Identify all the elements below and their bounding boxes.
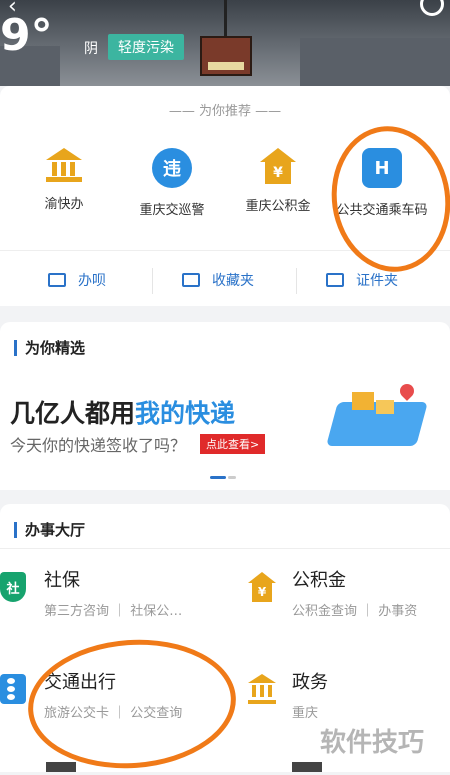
banner-cta-button[interactable]: 点此查看> <box>200 434 266 454</box>
tile-subtitle: 第三方咨询 ｜ 社保公… <box>44 604 183 619</box>
shield-icon: 社 <box>0 572 26 602</box>
tile-title: 政务 <box>292 672 328 693</box>
featured-card: 为你精选 几亿人都用我的快递 今天你的快递签收了吗？ 点此查看> <box>0 322 450 490</box>
quick-action-label: 证件夹 <box>356 273 398 289</box>
id-card-icon <box>326 273 344 287</box>
violation-icon: 违 <box>152 148 192 188</box>
carousel-indicator-active <box>210 476 226 479</box>
traffic-light-icon <box>0 674 26 704</box>
quick-action-label: 办呗 <box>78 273 106 289</box>
service-traffic-police[interactable]: 违 重庆交巡警 <box>116 148 228 222</box>
divider <box>296 268 297 294</box>
next-row-peek <box>292 762 322 772</box>
tile-title: 社保 <box>44 570 80 591</box>
watermark: 软件技巧 <box>320 728 425 758</box>
housing-fund-icon: ¥ <box>260 148 296 184</box>
service-yukuaiban[interactable]: 渝快办 <box>8 148 120 216</box>
section-title: 办事大厅 <box>14 522 85 538</box>
cable-car-image <box>200 36 252 76</box>
quick-action-label: 收藏夹 <box>212 273 254 289</box>
service-housing-fund[interactable]: ¥ 重庆公积金 <box>222 148 334 218</box>
service-label: 渝快办 <box>44 197 84 212</box>
cable-line <box>224 0 227 38</box>
search-icon[interactable] <box>420 0 444 16</box>
carousel-indicator <box>228 476 236 479</box>
banner-highlight: 我的快递 <box>135 399 236 428</box>
delivery-illustration <box>322 381 432 454</box>
air-quality-badge: 轻度污染 <box>108 34 184 60</box>
weather-header: ‹ 9° 阴 轻度污染 <box>0 0 450 86</box>
tile-subtitle: 重庆 <box>292 706 319 721</box>
building-silhouette <box>300 38 450 86</box>
government-building-icon <box>46 148 82 182</box>
next-row-peek <box>46 762 76 772</box>
quick-action-favorites[interactable]: 收藏夹 <box>182 266 254 294</box>
tile-title: 公积金 <box>292 570 346 591</box>
divider <box>152 268 153 294</box>
section-title: 为你精选 <box>14 340 85 356</box>
government-building-icon <box>248 674 276 704</box>
housing-fund-icon: ¥ <box>248 572 276 602</box>
divider <box>0 548 450 549</box>
recommend-title: —— 为你推荐 —— <box>168 104 282 119</box>
document-icon <box>48 273 66 287</box>
banner-headline[interactable]: 几亿人都用我的快递 <box>10 394 235 430</box>
tile-subtitle: 公积金查询 ｜ 办事资 <box>292 604 418 619</box>
banner-text: 几亿人都用 <box>10 399 136 428</box>
temperature: 9° <box>0 10 53 61</box>
banner-subtitle: 今天你的快递签收了吗？ <box>10 436 187 455</box>
quick-action-banbei[interactable]: 办呗 <box>48 266 106 294</box>
service-label: 重庆交巡警 <box>139 203 205 218</box>
folder-icon <box>182 273 200 287</box>
service-label: 重庆公积金 <box>245 199 311 214</box>
weather-condition: 阴 <box>84 41 98 57</box>
